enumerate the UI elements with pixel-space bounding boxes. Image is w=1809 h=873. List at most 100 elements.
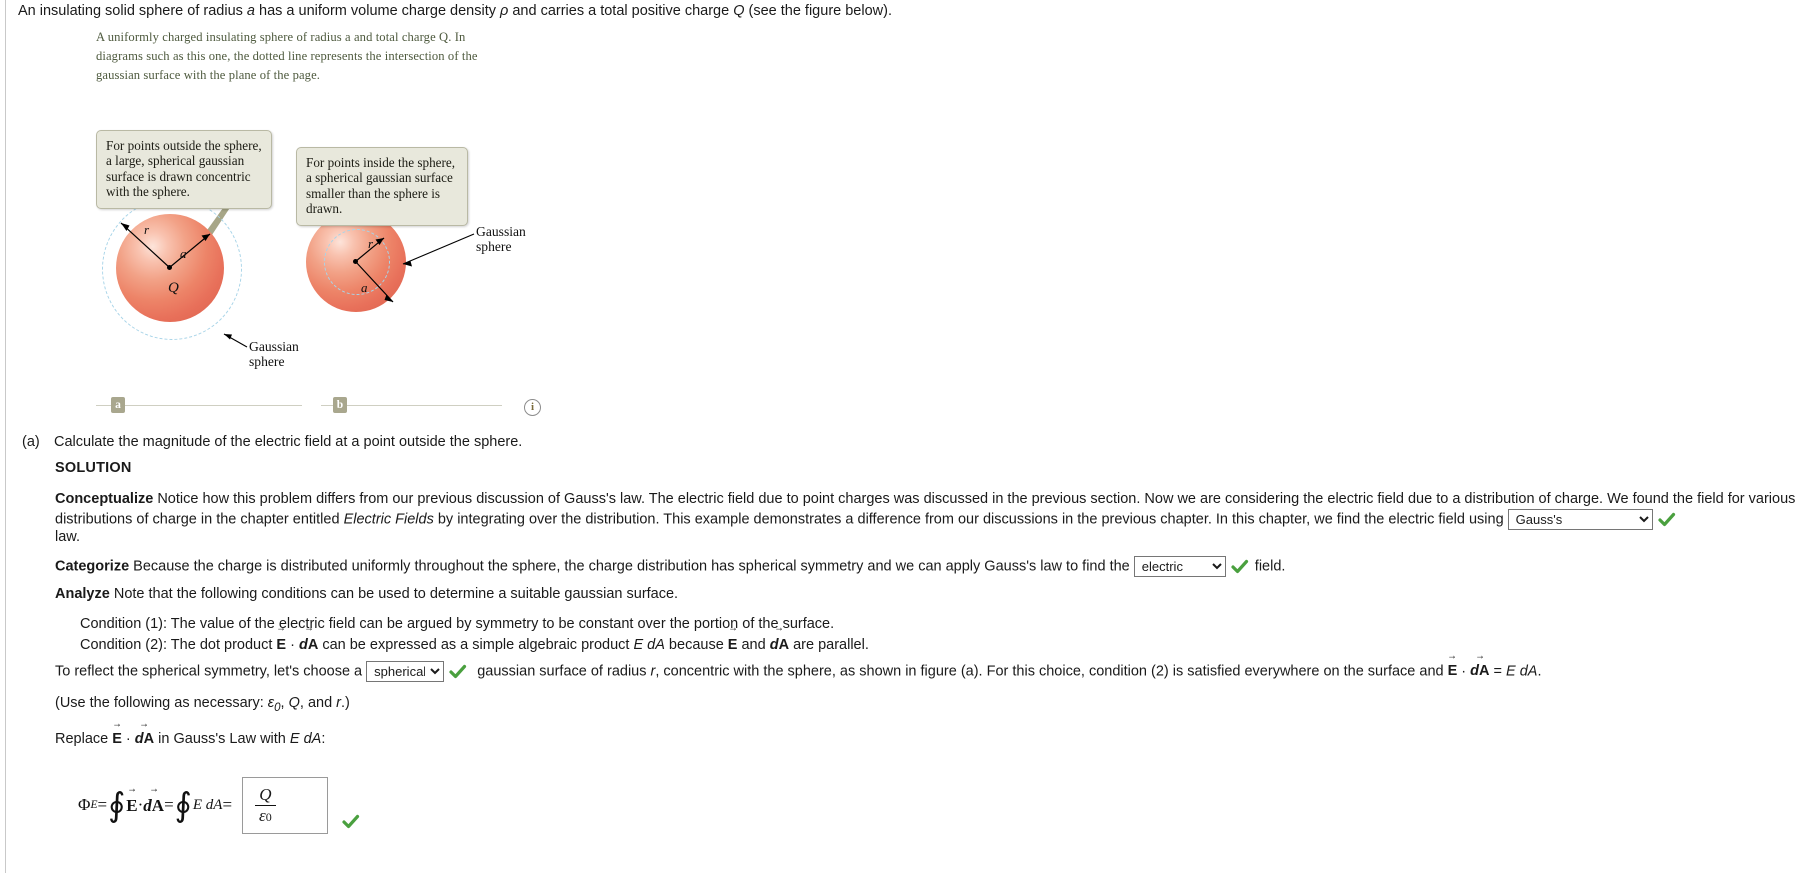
figure-artwork: r a Q Gaussian sphere r a Gaussian spher… bbox=[96, 94, 566, 390]
equation-phi-sub: E bbox=[90, 799, 98, 811]
use-note-and: , and bbox=[299, 695, 337, 711]
figure-info-icon[interactable]: i bbox=[524, 399, 541, 416]
condition-2-pre: Condition (2): The dot product bbox=[80, 637, 277, 653]
figure-b-gaussian-line2: sphere bbox=[476, 238, 512, 254]
vector-E-icon: E bbox=[276, 634, 286, 655]
problem-statement-pre: An insulating solid sphere of radius bbox=[18, 3, 247, 19]
page-left-rule bbox=[5, 0, 6, 873]
figure-a-gaussian-line1: Gaussian bbox=[249, 338, 299, 354]
conceptualize-correct-check-icon bbox=[1658, 512, 1676, 528]
reflect-text-3: , concentric with the sphere, as shown i… bbox=[655, 663, 1448, 680]
sphere-b-center-dot bbox=[353, 258, 358, 264]
replace-dA-d: d bbox=[134, 731, 144, 747]
answer-input-box[interactable]: Q ε0 bbox=[242, 776, 329, 834]
reflect-dot: · bbox=[1457, 663, 1471, 680]
conceptualize-select[interactable]: Gauss's bbox=[1507, 509, 1653, 530]
paragraph-analyze: Analyze Note that the following conditio… bbox=[55, 585, 1805, 604]
figure-a-label-Q: Q bbox=[168, 279, 179, 296]
categorize-text-1: Because the charge is distributed unifor… bbox=[129, 558, 1134, 575]
question-line: (a) Calculate the magnitude of the electr… bbox=[22, 434, 522, 450]
paragraph-conceptualize-continued: law. bbox=[55, 529, 80, 545]
figure-b-gaussian-label: Gaussian sphere bbox=[476, 224, 526, 254]
equation-dA-A: A bbox=[151, 795, 165, 815]
figure-a-gaussian-line2: sphere bbox=[249, 353, 285, 369]
replace-dA-A: A bbox=[143, 731, 155, 747]
figure-caption: A uniformly charged insulating sphere of… bbox=[96, 30, 478, 83]
paragraph-replace: Replace E · dA in Gauss's Law with E dA: bbox=[55, 730, 325, 747]
figure-a-label-r: r bbox=[144, 221, 150, 237]
figure-part-chip-a: a bbox=[111, 397, 125, 413]
categorize-term: Categorize bbox=[55, 558, 130, 575]
problem-statement-mid1: has a uniform volume charge density bbox=[255, 3, 501, 19]
reflect-dA-d: d bbox=[1470, 663, 1480, 680]
condition-2-because: because bbox=[664, 637, 728, 653]
reflect-text-5: E dA bbox=[1506, 663, 1538, 680]
figure-b-gaussian-line1: Gaussian bbox=[476, 223, 526, 239]
analyze-term: Analyze bbox=[55, 586, 110, 602]
part-b-seg-right bbox=[347, 405, 502, 406]
final-equation-row: ΦE = ∮E · dA = ∮E dA = Q ε0 bbox=[78, 770, 362, 840]
reflect-dA-A: A bbox=[1479, 663, 1490, 680]
figure-part-chip-b: b bbox=[333, 397, 347, 413]
replace-pre: Replace bbox=[55, 731, 113, 747]
replace-dot: · bbox=[121, 731, 135, 747]
replace-mid: in Gauss's Law with bbox=[154, 731, 290, 747]
reflect-text-2: gaussian surface of radius bbox=[477, 663, 651, 680]
vector-dA-icon: dA bbox=[299, 634, 318, 655]
problem-var-a: a bbox=[246, 3, 255, 19]
condition-2-end: are parallel. bbox=[789, 637, 869, 653]
analyze-text: Note that the following conditions can b… bbox=[109, 586, 679, 602]
callout-inside-sphere: For points inside the sphere, a spherica… bbox=[296, 146, 468, 226]
use-note-pre: (Use the following as necessary: bbox=[55, 695, 268, 711]
condition-2-and: and bbox=[737, 637, 770, 653]
paragraph-reflect: To reflect the spherical symmetry, let's… bbox=[55, 661, 1542, 682]
paragraph-conceptualize: Conceptualize Notice how this problem di… bbox=[55, 490, 1805, 530]
categorize-select[interactable]: electric bbox=[1133, 556, 1226, 577]
equation-phi: Φ bbox=[78, 795, 91, 814]
part-b-seg-left bbox=[321, 405, 333, 406]
vector-dA-icon-4: dA bbox=[135, 730, 154, 747]
condition-2-dA-A-2: A bbox=[778, 637, 790, 653]
final-equation-expression: ΦE = ∮E · dA = ∮E dA = bbox=[78, 789, 232, 822]
sphere-b-body bbox=[306, 211, 406, 312]
figure-part-bar: a b i bbox=[96, 397, 576, 425]
paragraph-use-note: (Use the following as necessary: ε0, Q, … bbox=[55, 695, 350, 714]
contour-integral-icon-2: ∮ bbox=[174, 787, 192, 824]
gaussian-surface-a bbox=[102, 197, 242, 340]
replace-post: : bbox=[321, 731, 326, 747]
vector-dA-icon-2: dA bbox=[770, 634, 789, 655]
part-a-seg-right bbox=[125, 405, 302, 406]
condition-2-dA-d: d bbox=[298, 637, 308, 653]
figure-a-label-a: a bbox=[180, 245, 187, 261]
answer-fraction: Q ε0 bbox=[255, 784, 276, 825]
condition-1: Condition (1): The value of the electric… bbox=[80, 616, 835, 632]
reflect-correct-check-icon bbox=[449, 664, 467, 680]
answer-numerator: Q bbox=[259, 784, 272, 804]
vector-E-icon-3: E bbox=[1448, 662, 1458, 679]
figure-block: A uniformly charged insulating sphere of… bbox=[96, 28, 566, 390]
figure-b-label-a: a bbox=[361, 279, 368, 295]
solution-heading: SOLUTION bbox=[55, 460, 132, 476]
condition-2-dot: · bbox=[286, 637, 299, 653]
use-note-Q: Q bbox=[288, 695, 300, 711]
equation-EdA: E dA bbox=[192, 796, 223, 813]
reflect-text-6: . bbox=[1537, 663, 1542, 680]
part-a-seg-left bbox=[96, 405, 111, 406]
condition-2-dA-d-2: d bbox=[769, 637, 779, 653]
sphere-a-center-dot bbox=[167, 264, 172, 270]
vector-E-icon-2: E bbox=[728, 634, 738, 655]
reflect-text-1: To reflect the spherical symmetry, let's… bbox=[55, 663, 367, 680]
condition-2-dA-A: A bbox=[307, 637, 319, 653]
problem-statement-mid2: and carries a total positive charge bbox=[508, 3, 734, 19]
use-note-mid: , bbox=[280, 695, 289, 711]
vector-dA-icon-5: dA bbox=[143, 795, 164, 816]
contour-integral-icon-1: ∮ bbox=[108, 787, 126, 824]
vector-E-icon-5: E bbox=[126, 795, 137, 816]
conceptualize-text-2: by integrating over the distribution. Th… bbox=[433, 511, 1508, 528]
categorize-text-2: field. bbox=[1254, 558, 1286, 575]
problem-var-Q: Q bbox=[733, 3, 745, 19]
paragraph-categorize: Categorize Because the charge is distrib… bbox=[55, 556, 1805, 577]
reflect-select[interactable]: spherical bbox=[366, 661, 445, 682]
equation-eq1: = bbox=[97, 795, 108, 814]
reflect-text-4: = bbox=[1489, 663, 1507, 680]
